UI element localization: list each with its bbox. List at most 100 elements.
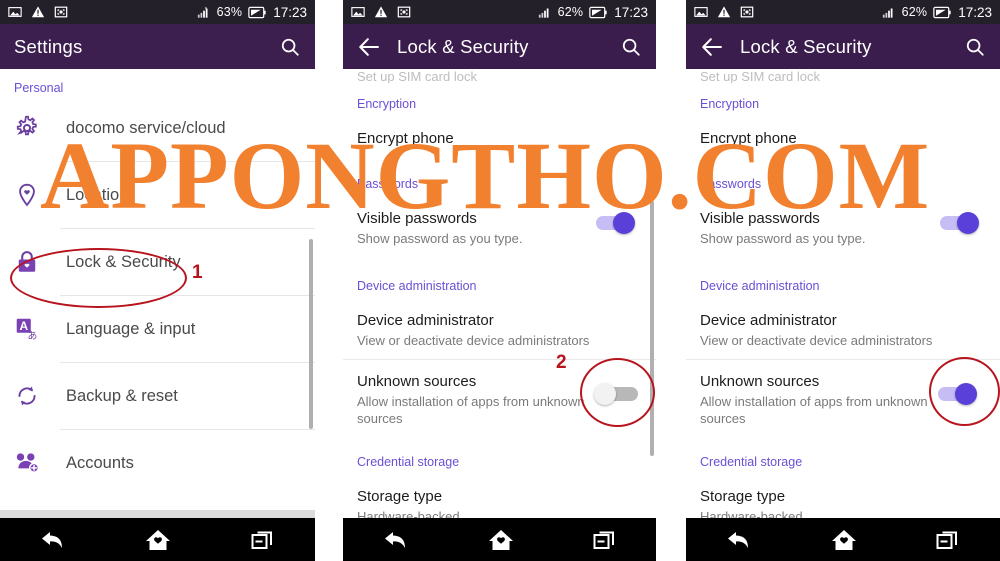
battery-percent: 62% (557, 5, 584, 19)
sidebar-item-label: Location (66, 185, 129, 204)
row-subtitle: Show password as you type. (357, 231, 523, 246)
row-title: Encrypt phone (357, 130, 454, 147)
home-icon[interactable] (829, 526, 859, 554)
row-subtitle: Allow installation of apps from unknown … (357, 394, 585, 426)
sidebar-item-backup-reset[interactable]: Backup & reset (0, 363, 315, 429)
clock: 17:23 (614, 4, 648, 20)
section-header-device-administration: Device administration (357, 279, 477, 293)
screenshot-icon (54, 6, 68, 18)
recent-apps-icon[interactable] (591, 527, 619, 553)
partial-row-sim-lock[interactable]: Set up SIM card lock (343, 69, 656, 83)
sidebar-item-location[interactable]: Location (0, 162, 315, 228)
status-bar-3: 62% 17:23 (686, 0, 1000, 24)
clock: 17:23 (958, 4, 992, 20)
sidebar-item-language-input[interactable]: A あ Language & input (0, 296, 315, 362)
list-item-visible-passwords[interactable]: Visible passwords Show password as you t… (686, 199, 1000, 257)
page-title: Lock & Security (740, 35, 872, 57)
warning-icon (717, 6, 731, 18)
image-icon (694, 7, 708, 17)
back-icon[interactable] (38, 527, 68, 553)
scrollbar-thumb[interactable] (650, 201, 654, 456)
status-bar-left-icons (8, 5, 68, 19)
annotation-number-1: 1 (192, 262, 203, 283)
navigation-bar-2[interactable] (343, 518, 656, 561)
back-arrow-icon[interactable] (357, 34, 383, 60)
sidebar-item-label: Language & input (66, 319, 196, 338)
search-icon[interactable] (620, 36, 642, 58)
recent-apps-icon[interactable] (249, 527, 277, 553)
home-icon[interactable] (143, 526, 173, 554)
home-icon[interactable] (486, 526, 516, 554)
image-icon (351, 7, 365, 17)
row-title: Device administrator (700, 312, 837, 329)
phone-panel-lock-security-on: 62% 17:23 Lock & Security Set up SIM car… (686, 0, 1000, 561)
svg-text:あ: あ (28, 330, 38, 342)
section-header-encryption: Encryption (357, 97, 417, 111)
list-item-storage-type[interactable]: Storage type Hardware-backed (686, 477, 1000, 518)
panel-gap (656, 0, 686, 561)
navigation-bar-1[interactable] (0, 518, 315, 561)
row-title: Storage type (357, 488, 443, 505)
clock: 17:23 (273, 4, 307, 20)
partial-row-sim-lock[interactable]: Set up SIM card lock (686, 69, 1000, 83)
scrollbar-thumb[interactable] (309, 239, 313, 429)
list-item-encrypt-phone[interactable]: Encrypt phone (343, 119, 656, 159)
screenshot-stage: × 63% 17:23 Settings Personal docomo ser… (0, 0, 1000, 561)
section-header-credential-storage: Credential storage (700, 455, 803, 469)
list-item-visible-passwords[interactable]: Visible passwords Show password as you t… (343, 199, 656, 257)
row-subtitle: Hardware-backed (700, 509, 803, 518)
sidebar-item-docomo[interactable]: docomo service/cloud (0, 95, 315, 161)
list-item-device-administrator[interactable]: Device administrator View or deactivate … (686, 301, 1000, 359)
annotation-ellipse-unknown-sources-on (929, 357, 1000, 426)
row-subtitle: View or deactivate device administrators (700, 333, 933, 348)
navigation-bar-3[interactable] (686, 518, 1000, 561)
app-bar-lock-security: Lock & Security (343, 24, 656, 69)
status-bar-right-icons: × 63% 17:23 (197, 5, 307, 20)
battery-icon (589, 6, 607, 18)
status-bar-right-icons: 62% 17:23 (538, 5, 648, 20)
lock-security-list-2[interactable]: Set up SIM card lock Encryption Encrypt … (343, 69, 656, 518)
image-icon (8, 7, 22, 17)
battery-icon (248, 6, 266, 18)
warning-icon (374, 6, 388, 18)
back-arrow-icon[interactable] (700, 34, 726, 60)
battery-percent: 62% (901, 5, 928, 19)
app-bar-lock-security: Lock & Security (686, 24, 1000, 69)
visible-passwords-toggle[interactable] (940, 211, 986, 235)
screenshot-icon (740, 6, 754, 18)
section-header-encryption: Encryption (700, 97, 760, 111)
search-icon[interactable] (279, 36, 301, 58)
list-item-device-administrator[interactable]: Device administrator View or deactivate … (343, 301, 656, 359)
status-bar-2: 62% 17:23 (343, 0, 656, 24)
screenshot-icon (397, 6, 411, 18)
sync-icon (18, 386, 36, 406)
page-title: Settings (14, 35, 83, 57)
list-item-encrypt-phone[interactable]: Encrypt phone (686, 119, 1000, 159)
row-title: Encrypt phone (700, 130, 797, 147)
app-bar-settings: Settings (0, 24, 315, 69)
search-icon[interactable] (964, 36, 986, 58)
annotation-number-2: 2 (556, 352, 567, 373)
annotation-ellipse-unknown-sources-off (580, 358, 655, 427)
sidebar-item-label: Accounts (66, 453, 134, 472)
panel-gap (315, 0, 343, 561)
section-header-passwords: Passwords (700, 177, 762, 191)
phone-panel-lock-security-off: 62% 17:23 Lock & Security Set up SIM car… (343, 0, 656, 561)
section-header-credential-storage: Credential storage (357, 455, 460, 469)
row-subtitle: View or deactivate device administrators (357, 333, 590, 348)
status-bar-left-icons (351, 5, 411, 19)
row-title: Storage type (700, 488, 786, 505)
sidebar-item-label: Backup & reset (66, 386, 178, 405)
back-icon[interactable] (381, 527, 411, 553)
sidebar-item-accounts[interactable]: Accounts (0, 430, 315, 496)
status-bar-1: × 63% 17:23 (0, 0, 315, 24)
back-icon[interactable] (724, 527, 754, 553)
toggle-knob (613, 212, 635, 234)
section-header-personal: Personal (14, 81, 64, 95)
lock-security-list-3[interactable]: Set up SIM card lock Encryption Encrypt … (686, 69, 1000, 518)
row-subtitle: Allow installation of apps from unknown … (700, 394, 928, 426)
visible-passwords-toggle[interactable] (596, 211, 642, 235)
list-item-storage-type[interactable]: Storage type Hardware-backed (343, 477, 656, 518)
row-subtitle: Hardware-backed (357, 509, 460, 518)
recent-apps-icon[interactable] (934, 527, 962, 553)
